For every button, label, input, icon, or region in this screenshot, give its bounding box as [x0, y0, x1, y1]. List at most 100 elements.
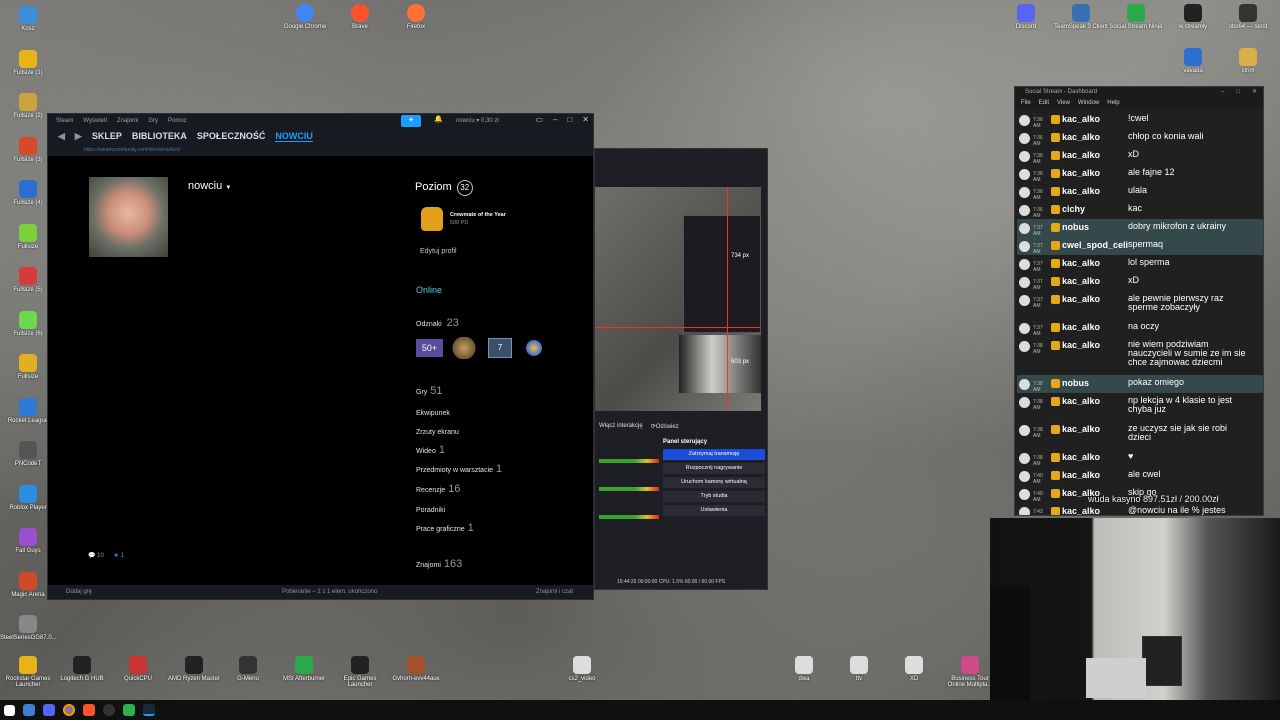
- chat-menu-edit[interactable]: Edit: [1039, 98, 1049, 109]
- stat-row[interactable]: Znajomi 163: [416, 558, 462, 570]
- account-menu[interactable]: nowciu ▾ 0,30 zł: [456, 117, 499, 124]
- message-author[interactable]: kac_alko: [1062, 340, 1128, 350]
- profile-name[interactable]: nowciu ▼: [188, 180, 231, 192]
- steam-icon[interactable]: [143, 704, 155, 716]
- badges-row[interactable]: Odznaki 23: [416, 317, 459, 329]
- chrome-icon[interactable]: [63, 704, 75, 716]
- edit-profile-button[interactable]: Edytuj profil: [420, 248, 457, 255]
- chat-message[interactable]: 7:42 AM kac_alko@nowciu na ile % jestes d…: [1017, 503, 1263, 515]
- url-bar[interactable]: https://steamcommunity.com/id/nowciu/kic…: [48, 144, 593, 156]
- stat-row[interactable]: Wideo 1: [416, 444, 445, 456]
- chat-menu-help[interactable]: Help: [1107, 98, 1119, 109]
- close-icon[interactable]: ✕: [582, 115, 589, 124]
- chat-menu-file[interactable]: File: [1021, 98, 1031, 109]
- chat-message[interactable]: 7:38 AM kac_alko nie wiem podziwiam nauczy…: [1017, 337, 1263, 375]
- nav-library[interactable]: BIBLIOTEKA: [132, 131, 187, 141]
- message-author[interactable]: cichy: [1062, 204, 1128, 214]
- stat-row[interactable]: Przedmioty w warsztacie 1: [416, 463, 502, 475]
- badge-tile-7[interactable]: 7: [488, 338, 512, 358]
- desktop-icon[interactable]: Social Stream Ninja: [1108, 4, 1164, 30]
- brave-icon[interactable]: [83, 704, 95, 716]
- chat-message[interactable]: 7:36 AM kac_alko ale fajne 12: [1017, 165, 1263, 183]
- refresh-button[interactable]: ⟳Odśwież: [651, 423, 679, 430]
- desktop-icon[interactable]: Logitech G HUB: [54, 656, 110, 682]
- desktop-icon[interactable]: AMD Ryzen Master: [166, 656, 222, 682]
- chat-message[interactable]: 7:40 AM kac_alko ale cwel: [1017, 467, 1263, 485]
- mixer-meter-1[interactable]: [599, 459, 659, 463]
- desktop-icon[interactable]: XD: [886, 656, 942, 682]
- desktop-icon[interactable]: obs64 — skrót: [1220, 4, 1276, 30]
- obs-control-button[interactable]: Zatrzymaj transmisję: [663, 449, 765, 460]
- desktop-icon[interactable]: MSI Afterburner: [276, 656, 332, 682]
- desktop-icon[interactable]: Kosz: [0, 6, 56, 32]
- bell-icon[interactable]: 🔔: [434, 115, 443, 123]
- badge-tile-50[interactable]: 50+: [416, 339, 443, 357]
- desktop-icon[interactable]: Epic Games Launcher: [332, 656, 388, 688]
- desktop-icon[interactable]: Brave: [332, 4, 388, 30]
- display-icon[interactable]: ▭: [535, 115, 543, 124]
- obs-control-button[interactable]: Ustawienia: [663, 505, 765, 516]
- stat-row[interactable]: Ekwipunek: [416, 406, 453, 418]
- chat-message[interactable]: 7:36 AM kac_alko chłop co konia wali: [1017, 129, 1263, 147]
- nav-profile[interactable]: NOWCIU: [275, 131, 313, 142]
- avatar[interactable]: [89, 177, 168, 257]
- chat-message[interactable]: 7:36 AM kac_alko ulala: [1017, 183, 1263, 201]
- message-author[interactable]: kac_alko: [1062, 294, 1128, 304]
- desktop-icon[interactable]: Fullsize (1): [0, 49, 56, 76]
- message-author[interactable]: cwel_spod_celi: [1062, 240, 1128, 250]
- desktop-icon[interactable]: QuickCPU: [110, 656, 166, 682]
- desktop-icon[interactable]: vavada: [1165, 48, 1221, 74]
- maximize-icon[interactable]: □: [1236, 87, 1240, 98]
- desktop-icon[interactable]: w.streamly: [1165, 4, 1221, 30]
- app-icon[interactable]: [123, 704, 135, 716]
- windows-start-icon[interactable]: [4, 704, 15, 716]
- steam-menu-help[interactable]: Pomoc: [168, 118, 187, 124]
- obs-control-button[interactable]: Uruchom kamerę wirtualną: [663, 477, 765, 488]
- chat-message[interactable]: 7:38 AM nobus pokaz omiego: [1017, 375, 1263, 393]
- message-author[interactable]: kac_alko: [1062, 258, 1128, 268]
- message-author[interactable]: kac_alko: [1062, 452, 1128, 462]
- desktop-icon[interactable]: TeamSpeak 3 Client: [1053, 4, 1109, 30]
- maximize-icon[interactable]: □: [567, 115, 572, 124]
- message-author[interactable]: kac_alko: [1062, 186, 1128, 196]
- message-author[interactable]: kac_alko: [1062, 132, 1128, 142]
- close-icon[interactable]: ✕: [1252, 87, 1257, 98]
- obs-control-button[interactable]: Rozpocznij nagrywanie: [663, 463, 765, 474]
- chat-message[interactable]: 7:37 AM kac_alko lol sperma: [1017, 255, 1263, 273]
- chat-message[interactable]: 7:37 AM nobus dobry mikrofon z ukrainy: [1017, 219, 1263, 237]
- minimize-icon[interactable]: –: [1221, 87, 1224, 98]
- stat-row[interactable]: Prace graficzne 1: [416, 522, 474, 534]
- badge-tile-bird-icon[interactable]: [452, 337, 476, 359]
- broadcast-button[interactable]: ✦: [401, 115, 421, 127]
- chat-menu-view[interactable]: View: [1057, 98, 1070, 109]
- mixer-meter-2[interactable]: [599, 487, 659, 491]
- download-status[interactable]: Pobieranie – 1 z 1 elem. ukończono: [282, 589, 377, 595]
- steam-menu-view[interactable]: Wyświetl: [83, 118, 107, 124]
- chat-message[interactable]: 7:37 AM kac_alko ale pewnie pierwszy raz s…: [1017, 291, 1263, 319]
- nav-store[interactable]: SKLEP: [92, 131, 122, 141]
- mixer-meter-3[interactable]: [599, 515, 659, 519]
- interact-button[interactable]: Włącz interakcję: [599, 423, 643, 430]
- desktop-icon[interactable]: Google Chrome: [277, 4, 333, 30]
- message-author[interactable]: nobus: [1062, 378, 1128, 388]
- stat-row[interactable]: Gry 51: [416, 385, 443, 397]
- desktop-icon[interactable]: ttv: [831, 656, 887, 682]
- chat-message[interactable]: 7:36 AM kac_alko xD: [1017, 147, 1263, 165]
- desktop-icon[interactable]: Firefox: [388, 4, 444, 30]
- chat-message[interactable]: 7:36 AM kac_alko !cwel: [1017, 111, 1263, 129]
- minimize-icon[interactable]: –: [553, 115, 557, 124]
- message-author[interactable]: kac_alko: [1062, 322, 1128, 332]
- back-icon[interactable]: ◀: [58, 131, 65, 142]
- chat-message[interactable]: 7:37 AM kac_alko na oczy: [1017, 319, 1263, 337]
- message-author[interactable]: kac_alko: [1062, 506, 1128, 515]
- message-author[interactable]: kac_alko: [1062, 150, 1128, 160]
- message-author[interactable]: kac_alko: [1062, 168, 1128, 178]
- add-game-button[interactable]: Dodaj grę: [66, 589, 92, 595]
- desktop-icon[interactable]: Rockstar Games Launcher: [0, 656, 56, 688]
- desktop-icon[interactable]: strim: [1220, 48, 1276, 74]
- search-icon[interactable]: [23, 704, 35, 716]
- desktop-icon[interactable]: SteelSeriesGG87.0...: [0, 615, 57, 641]
- message-author[interactable]: kac_alko: [1062, 276, 1128, 286]
- message-author[interactable]: nobus: [1062, 222, 1128, 232]
- obs-control-button[interactable]: Tryb studia: [663, 491, 765, 502]
